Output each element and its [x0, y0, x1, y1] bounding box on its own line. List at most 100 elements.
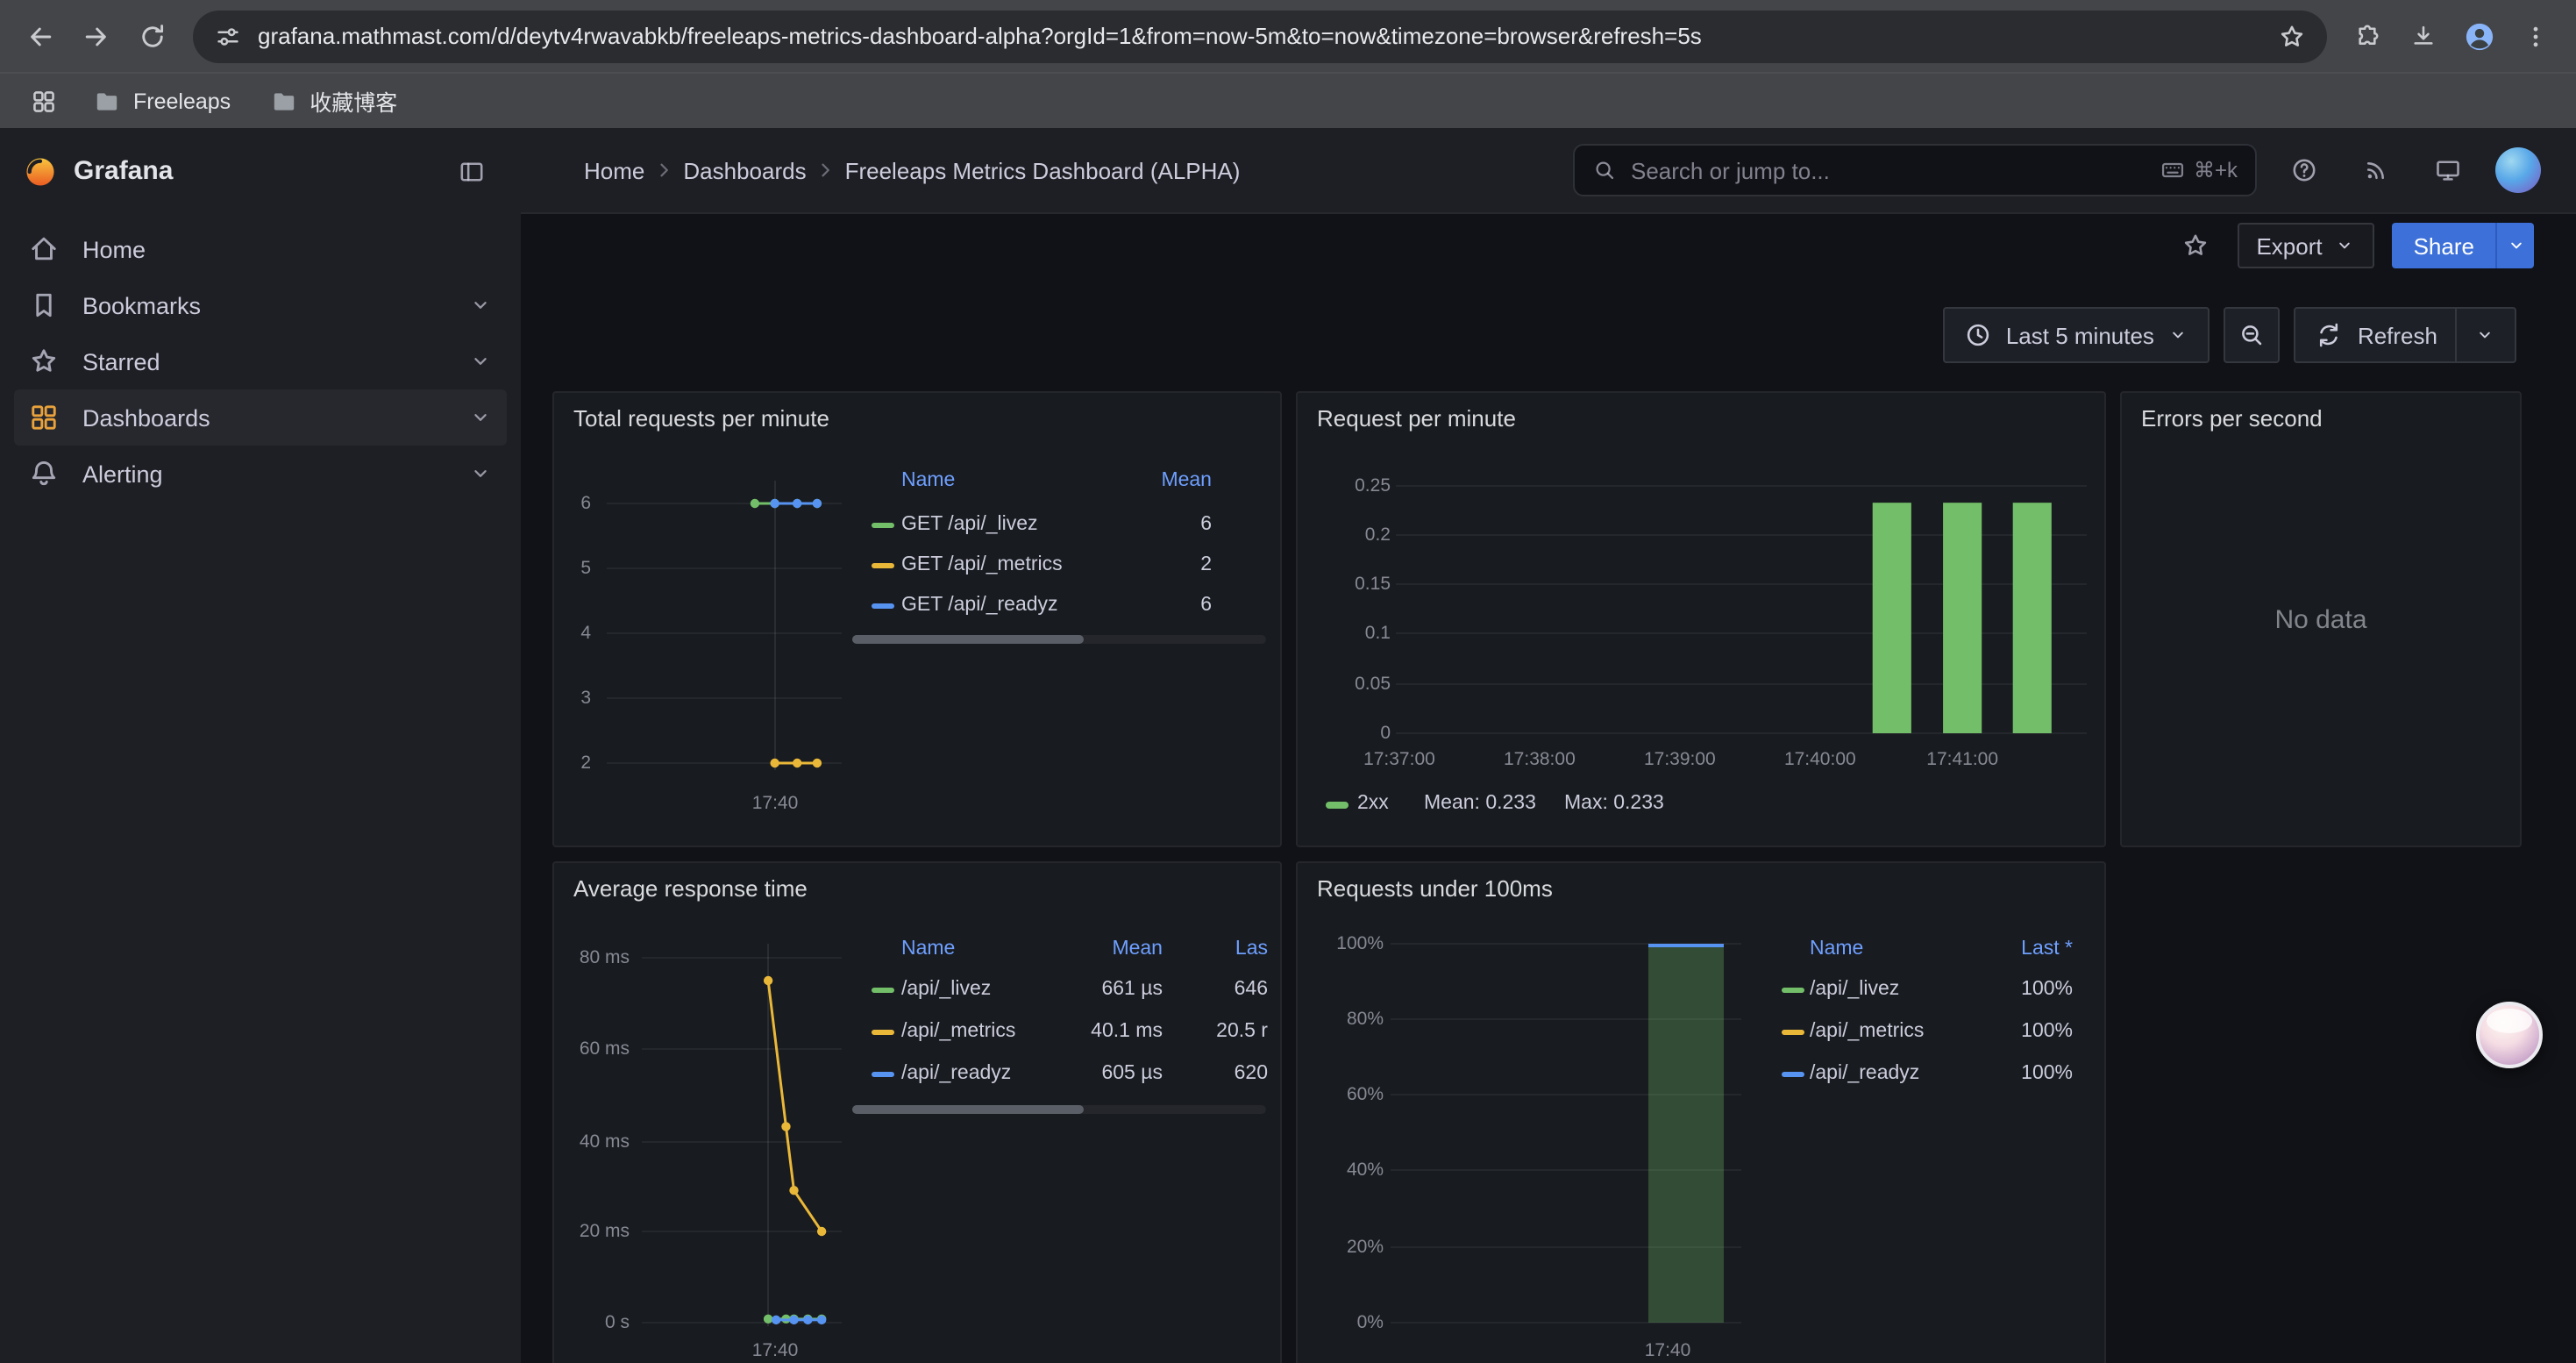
legend-series-name[interactable]: /api/_readyz: [1810, 1061, 1919, 1086]
time-range-picker[interactable]: Last 5 minutes: [1943, 307, 2210, 363]
legend-header[interactable]: Name: [901, 468, 955, 493]
sidebar-item-bookmarks[interactable]: Bookmarks: [14, 277, 507, 333]
refresh-button[interactable]: Refresh: [2295, 307, 2516, 363]
legend-series-name[interactable]: /api/_readyz: [901, 1061, 1011, 1086]
panel-body: 80 ms60 ms40 ms20 ms0 s17:40NameMeanLas/…: [554, 863, 1280, 1363]
sidebar-item-label: Starred: [82, 348, 160, 375]
chevron-down-icon[interactable]: [468, 461, 493, 486]
favorite-star-icon[interactable]: [2170, 221, 2219, 270]
legend-value: 2: [1089, 553, 1212, 577]
back-button[interactable]: [14, 10, 67, 62]
search-input[interactable]: ⌘+k: [1573, 144, 2257, 196]
breadcrumb: Home Dashboards Freeleaps Metrics Dashboar…: [584, 128, 1240, 212]
site-info-icon[interactable]: [214, 22, 242, 50]
share-dropdown-icon[interactable]: [2495, 223, 2534, 268]
browser-menu-icon[interactable]: [2509, 10, 2562, 62]
no-data-message: No data: [2122, 393, 2520, 846]
forward-button[interactable]: [70, 10, 123, 62]
refresh-interval-dropdown-icon[interactable]: [2474, 325, 2495, 346]
bookmark-folder-label: 收藏博客: [310, 84, 397, 118]
sidebar-item-label: Dashboards: [82, 404, 210, 431]
keyboard-shortcut-hint: ⌘+k: [2160, 158, 2238, 182]
legend-value: 100%: [1968, 1019, 2073, 1044]
legend-series-name[interactable]: 2xx: [1357, 791, 1389, 816]
legend-series-name[interactable]: GET /api/_metrics: [901, 553, 1063, 577]
legend-header[interactable]: Name: [901, 937, 955, 961]
url-bar[interactable]: grafana.mathmast.com/d/deytv4rwavabkb/fr…: [193, 10, 2327, 62]
sidebar-item-alerting[interactable]: Alerting: [14, 446, 507, 502]
legend-header[interactable]: Last *: [1968, 937, 2073, 961]
legend-value: 646: [1171, 977, 1268, 1002]
apps-grid-icon[interactable]: [18, 75, 70, 127]
legend-series-name[interactable]: /api/_livez: [1810, 977, 1899, 1002]
export-button[interactable]: Export: [2237, 223, 2374, 268]
legend-value: 40.1 ms: [1040, 1019, 1163, 1044]
legend-header[interactable]: Name: [1810, 937, 1863, 961]
divider: [2455, 309, 2457, 361]
x-axis-label: 17:40: [731, 791, 819, 816]
dashboard-actions: Export Share: [2170, 221, 2534, 270]
legend-series-name[interactable]: /api/_metrics: [1810, 1019, 1924, 1044]
rss-icon[interactable]: [2352, 146, 2401, 195]
chevron-down-icon[interactable]: [468, 405, 493, 430]
legend-scrollbar-thumb[interactable]: [852, 1105, 1084, 1114]
legend-swatch: [872, 1071, 894, 1077]
refresh-label: Refresh: [2358, 322, 2437, 348]
clock-icon: [1964, 321, 1992, 349]
dashboard-canvas: Export Share Last 5 minutes: [521, 214, 2576, 1363]
legend-header[interactable]: Mean: [1040, 937, 1163, 961]
bookmark-star-icon[interactable]: [2278, 22, 2306, 50]
sidebar-header: Grafana: [0, 128, 521, 214]
panel-title[interactable]: Total requests per minute: [573, 405, 829, 432]
share-button[interactable]: Share: [2393, 223, 2495, 268]
panel-title[interactable]: Request per minute: [1317, 405, 1516, 432]
breadcrumb-item: Freeleaps Metrics Dashboard (ALPHA): [845, 157, 1241, 183]
bookmarks-bar: Freeleaps 收藏博客: [0, 72, 2576, 128]
chevron-down-icon[interactable]: [468, 293, 493, 318]
downloads-icon[interactable]: [2397, 10, 2450, 62]
search-field[interactable]: [1631, 157, 2146, 183]
sidebar-item-label: Bookmarks: [82, 292, 201, 318]
star-icon: [28, 346, 60, 377]
legend-swatch: [872, 1029, 894, 1035]
grafana-logo[interactable]: [25, 155, 56, 187]
legend-series-name[interactable]: GET /api/_readyz: [901, 593, 1058, 617]
panel-body: No data: [2122, 393, 2520, 846]
sidebar-item-home[interactable]: Home: [14, 221, 507, 277]
bookmark-folder-freeleaps[interactable]: Freeleaps: [77, 80, 246, 122]
display-icon[interactable]: [2423, 146, 2473, 195]
chevron-down-icon[interactable]: [468, 349, 493, 374]
sidebar-item-dashboards[interactable]: Dashboards: [14, 389, 507, 446]
sidebar-toggle-icon[interactable]: [447, 146, 496, 196]
assistant-avatar[interactable]: [2476, 1002, 2543, 1068]
legend-header[interactable]: Mean: [1089, 468, 1212, 493]
panel-title[interactable]: Requests under 100ms: [1317, 875, 1553, 902]
zoom-out-icon[interactable]: [2224, 307, 2281, 363]
panel-title[interactable]: Average response time: [573, 875, 808, 902]
search-icon: [1592, 158, 1617, 182]
bookmark-icon: [28, 289, 60, 321]
legend-swatch: [872, 562, 894, 568]
share-label: Share: [2414, 232, 2474, 259]
legend-value: 100%: [1968, 977, 2073, 1002]
legend-series-name[interactable]: /api/_livez: [901, 977, 991, 1002]
extensions-icon[interactable]: [2341, 10, 2394, 62]
legend-series-name[interactable]: /api/_metrics: [901, 1019, 1015, 1044]
legend-scrollbar-thumb[interactable]: [852, 635, 1084, 644]
legend-value: 100%: [1968, 1061, 2073, 1086]
profile-icon[interactable]: [2453, 10, 2506, 62]
user-avatar[interactable]: [2495, 147, 2541, 193]
legend-max: Max: 0.233: [1564, 791, 1664, 816]
bookmark-folder-blogs[interactable]: 收藏博客: [253, 77, 413, 125]
reload-button[interactable]: [126, 10, 179, 62]
legend-series-name[interactable]: GET /api/_livez: [901, 512, 1038, 537]
legend-swatch: [1782, 1029, 1804, 1035]
breadcrumb-item[interactable]: Dashboards: [683, 157, 806, 183]
apps-icon: [28, 402, 60, 433]
breadcrumb-item[interactable]: Home: [584, 157, 644, 183]
sidebar-item-starred[interactable]: Starred: [14, 333, 507, 389]
help-icon[interactable]: [2280, 146, 2329, 195]
legend-header[interactable]: Las: [1171, 937, 1268, 961]
time-controls: Last 5 minutes Refresh: [1943, 307, 2516, 363]
panel-title[interactable]: Errors per second: [2141, 405, 2323, 432]
